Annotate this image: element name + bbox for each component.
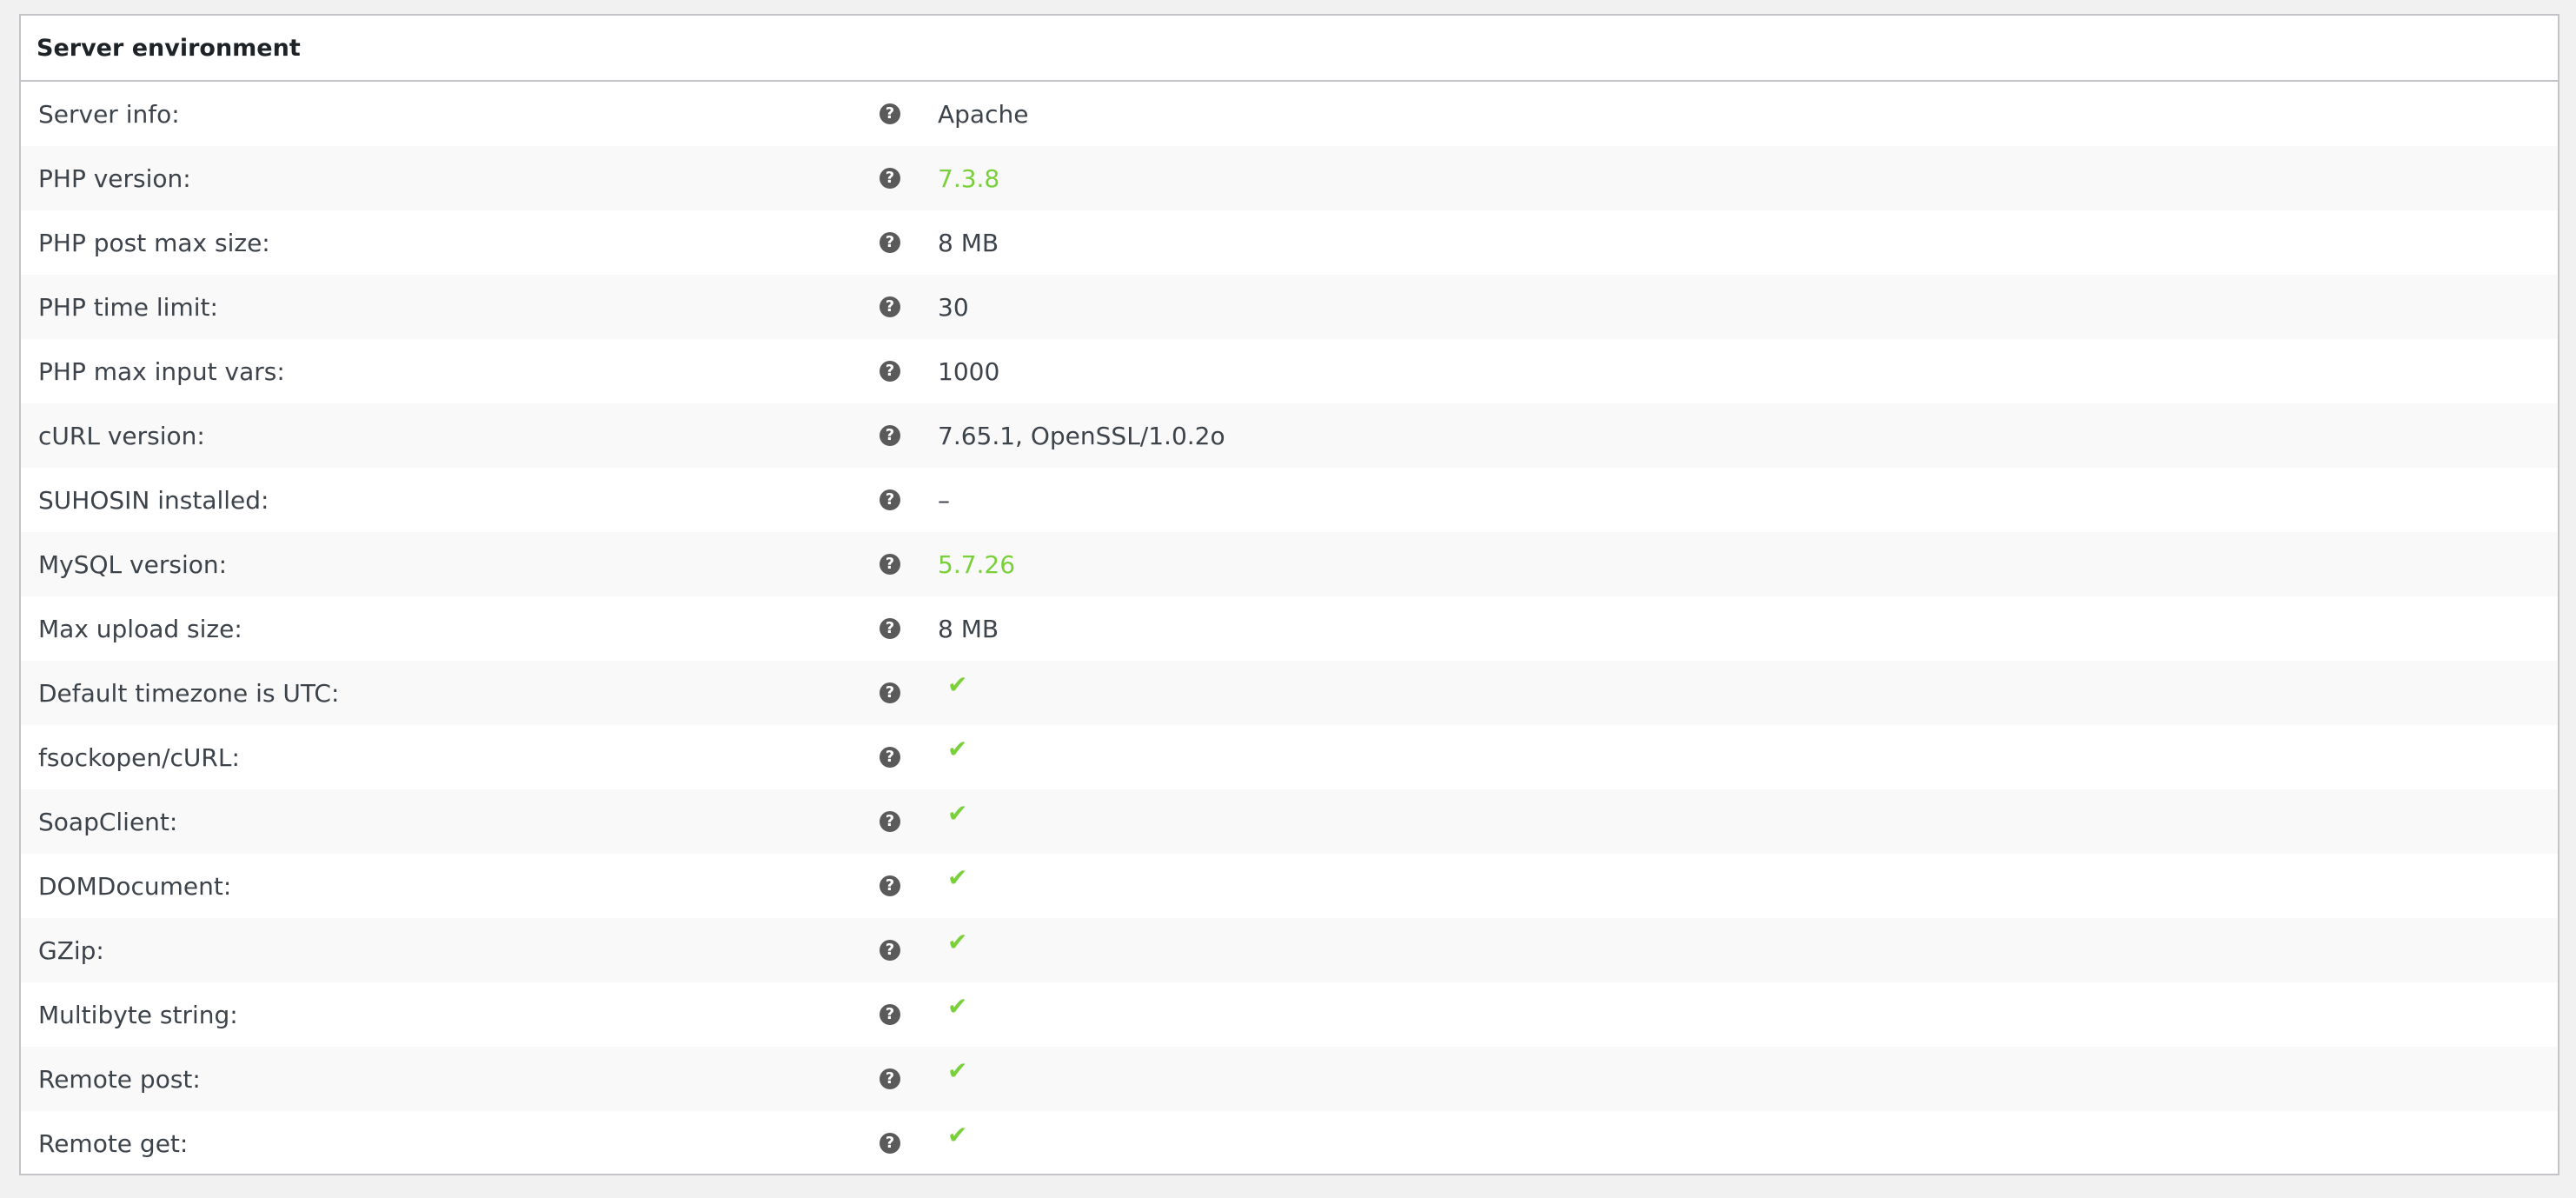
- help-icon[interactable]: ?: [880, 682, 900, 703]
- help-icon[interactable]: ?: [880, 489, 900, 510]
- table-row: SoapClient: ? ✔: [21, 789, 2558, 854]
- table-row: Server info: ? Apache: [21, 82, 2558, 146]
- checkmark-icon: ✔: [947, 928, 968, 956]
- row-value: 8 MB: [938, 228, 999, 257]
- row-value: –: [938, 485, 950, 515]
- panel-header: Server environment: [21, 16, 2558, 82]
- row-label: SUHOSIN installed:: [38, 485, 269, 515]
- table-row: Remote post: ? ✔: [21, 1047, 2558, 1111]
- help-icon[interactable]: ?: [880, 1133, 900, 1154]
- table-row: PHP post max size: ? 8 MB: [21, 210, 2558, 275]
- panel-title: Server environment: [37, 34, 301, 62]
- help-icon[interactable]: ?: [880, 747, 900, 768]
- help-icon[interactable]: ?: [880, 232, 900, 253]
- help-icon[interactable]: ?: [880, 618, 900, 639]
- checkmark-icon: ✔: [947, 670, 968, 699]
- help-icon[interactable]: ?: [880, 554, 900, 575]
- row-value: 5.7.26: [938, 549, 1016, 579]
- row-value: 1000: [938, 356, 1000, 386]
- table-row: PHP max input vars: ? 1000: [21, 339, 2558, 403]
- row-value: 8 MB: [938, 614, 999, 643]
- table-row: DOMDocument: ? ✔: [21, 854, 2558, 918]
- help-icon[interactable]: ?: [880, 361, 900, 382]
- checkmark-icon: ✔: [947, 863, 968, 892]
- table-row: Remote get: ? ✔: [21, 1111, 2558, 1175]
- checkmark-icon: ✔: [947, 799, 968, 828]
- row-label: PHP max input vars:: [38, 356, 285, 386]
- checkmark-icon: ✔: [947, 1056, 968, 1085]
- row-label: fsockopen/cURL:: [38, 742, 240, 772]
- status-table: Server info: ? Apache PHP version: ? 7.3…: [21, 82, 2558, 1175]
- row-label: PHP time limit:: [38, 292, 218, 322]
- table-row: SUHOSIN installed: ? –: [21, 468, 2558, 532]
- row-label: DOMDocument:: [38, 871, 232, 901]
- row-label: Max upload size:: [38, 614, 242, 643]
- row-value: Apache: [938, 99, 1029, 129]
- row-value: 7.65.1, OpenSSL/1.0.2o: [938, 421, 1225, 450]
- row-label: Remote get:: [38, 1128, 189, 1158]
- row-label: GZip:: [38, 935, 104, 965]
- row-label: Server info:: [38, 99, 180, 129]
- checkmark-icon: ✔: [947, 735, 968, 763]
- help-icon[interactable]: ?: [880, 811, 900, 832]
- table-row: PHP version: ? 7.3.8: [21, 146, 2558, 210]
- table-row: cURL version: ? 7.65.1, OpenSSL/1.0.2o: [21, 403, 2558, 468]
- table-row: MySQL version: ? 5.7.26: [21, 532, 2558, 596]
- server-environment-panel: Server environment Server info: ? Apache…: [19, 14, 2559, 1175]
- table-row: Max upload size: ? 8 MB: [21, 596, 2558, 661]
- checkmark-icon: ✔: [947, 992, 968, 1021]
- row-label: MySQL version:: [38, 549, 228, 579]
- table-row: GZip: ? ✔: [21, 918, 2558, 982]
- row-label: PHP version:: [38, 163, 191, 193]
- row-label: Multibyte string:: [38, 1000, 238, 1029]
- table-row: fsockopen/cURL: ? ✔: [21, 725, 2558, 789]
- row-label: Remote post:: [38, 1064, 201, 1094]
- row-label: PHP post max size:: [38, 228, 270, 257]
- row-value: 30: [938, 292, 969, 322]
- help-icon[interactable]: ?: [880, 425, 900, 446]
- help-icon[interactable]: ?: [880, 875, 900, 896]
- help-icon[interactable]: ?: [880, 168, 900, 189]
- row-value: 7.3.8: [938, 163, 1000, 193]
- help-icon[interactable]: ?: [880, 1004, 900, 1025]
- help-icon[interactable]: ?: [880, 103, 900, 124]
- help-icon[interactable]: ?: [880, 296, 900, 317]
- table-row: Default timezone is UTC: ? ✔: [21, 661, 2558, 725]
- row-label: Default timezone is UTC:: [38, 678, 340, 708]
- table-row: PHP time limit: ? 30: [21, 275, 2558, 339]
- checkmark-icon: ✔: [947, 1121, 968, 1149]
- table-row: Multibyte string: ? ✔: [21, 982, 2558, 1047]
- row-label: SoapClient:: [38, 807, 178, 836]
- help-icon[interactable]: ?: [880, 940, 900, 961]
- help-icon[interactable]: ?: [880, 1068, 900, 1089]
- row-label: cURL version:: [38, 421, 205, 450]
